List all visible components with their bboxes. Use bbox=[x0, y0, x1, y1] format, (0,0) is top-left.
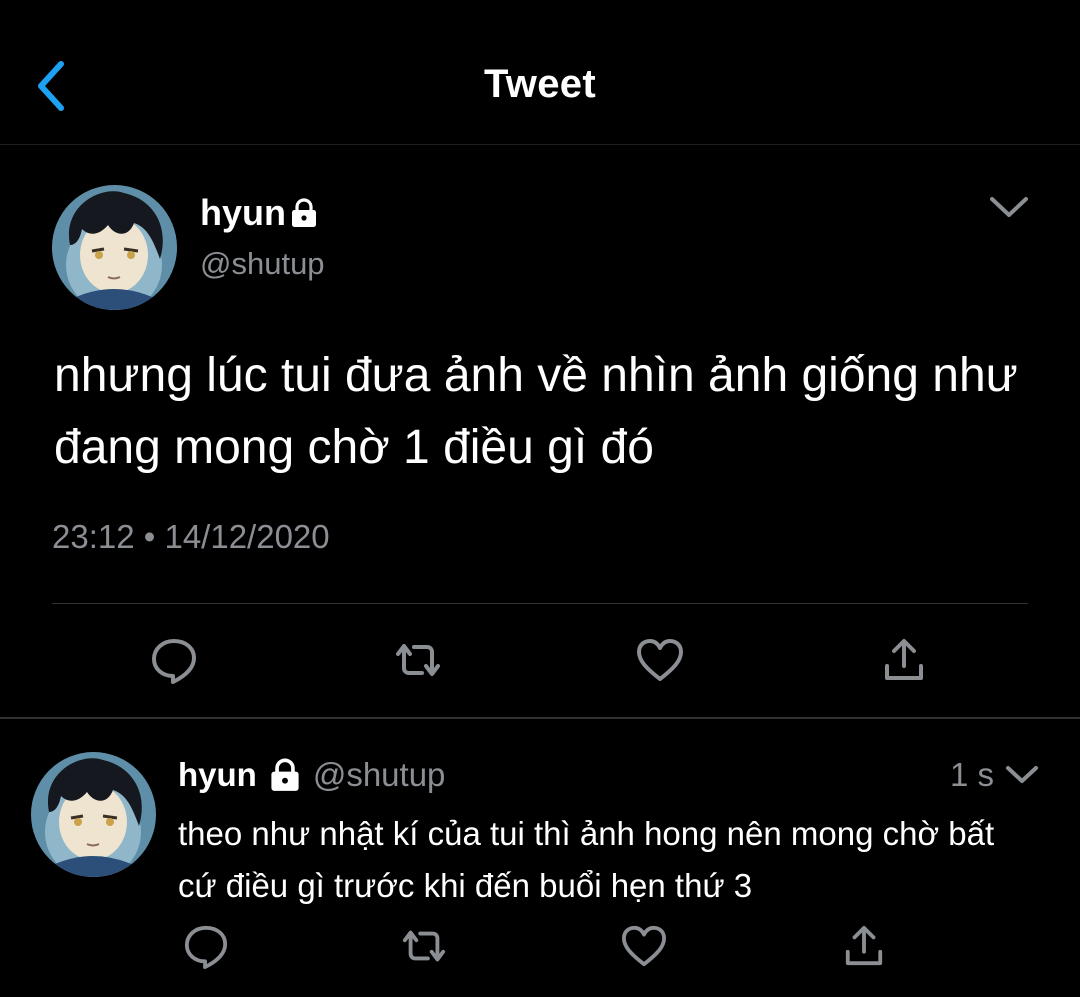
reply-timestamp: 1 s bbox=[950, 756, 995, 793]
chevron-down-icon bbox=[1006, 766, 1038, 783]
retweet-icon bbox=[402, 930, 446, 962]
comment-icon bbox=[152, 639, 196, 684]
reply-menu-button[interactable] bbox=[998, 752, 1046, 798]
tweet-menu-button[interactable] bbox=[982, 186, 1036, 228]
chevron-down-icon bbox=[990, 197, 1028, 217]
retweet-button[interactable] bbox=[386, 628, 450, 692]
tweet-timestamp[interactable]: 23:12 • 14/12/2020 bbox=[52, 518, 330, 556]
tweet-text: nhưng lúc tui đưa ảnh về nhìn ảnh giống … bbox=[54, 349, 1018, 474]
tweet-detail-screen: Tweet hyun @shutup nhưng lúc tui đưa ảnh… bbox=[0, 0, 1080, 997]
author-handle[interactable]: @shutup bbox=[200, 246, 325, 282]
share-icon bbox=[845, 925, 883, 966]
avatar[interactable] bbox=[52, 185, 177, 310]
section-divider bbox=[0, 717, 1080, 719]
avatar-image bbox=[52, 185, 177, 310]
like-button[interactable] bbox=[628, 628, 692, 692]
lock-icon bbox=[290, 198, 318, 228]
page-title: Tweet bbox=[484, 62, 596, 106]
top-bar: Tweet bbox=[0, 0, 1080, 145]
lock-icon bbox=[269, 758, 301, 792]
share-icon bbox=[885, 639, 923, 680]
reply-like-button[interactable] bbox=[612, 914, 676, 978]
reply-share-button[interactable] bbox=[832, 914, 896, 978]
avatar-image bbox=[31, 752, 156, 877]
heart-icon bbox=[637, 639, 683, 681]
reply-author-handle[interactable]: @shutup bbox=[313, 756, 446, 794]
reply-author-name[interactable]: hyun bbox=[178, 756, 257, 794]
retweet-icon bbox=[396, 644, 440, 676]
share-button[interactable] bbox=[872, 628, 936, 692]
reply-header: hyun @shutup bbox=[178, 752, 445, 798]
reply-retweet-button[interactable] bbox=[392, 914, 456, 978]
comment-icon bbox=[184, 925, 228, 969]
reply-button[interactable] bbox=[142, 628, 206, 692]
divider bbox=[52, 603, 1028, 604]
heart-icon bbox=[622, 925, 666, 967]
reply-reply-button[interactable] bbox=[174, 914, 238, 978]
reply-avatar[interactable] bbox=[31, 752, 156, 877]
author-name[interactable]: hyun bbox=[200, 192, 318, 234]
author-name-text: hyun bbox=[200, 192, 286, 233]
reply-text: theo như nhật kí của tui thì ảnh hong nê… bbox=[178, 815, 995, 904]
